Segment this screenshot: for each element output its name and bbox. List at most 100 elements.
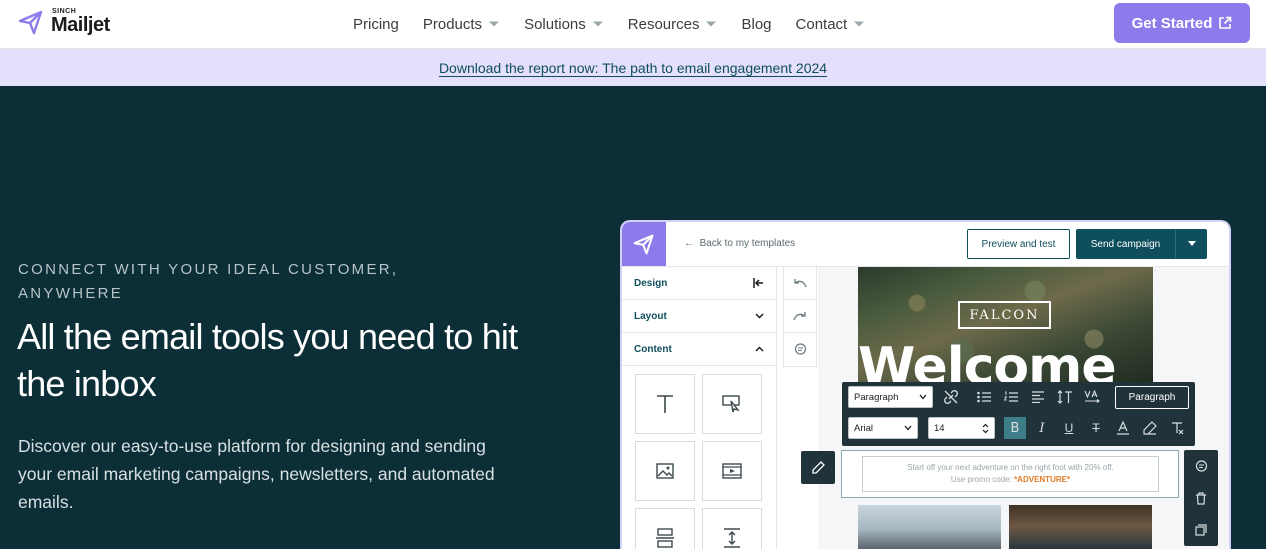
sidebar-label: Layout xyxy=(634,310,667,322)
nav-link-pricing[interactable]: Pricing xyxy=(353,16,399,33)
sidebar-section-design[interactable]: Design xyxy=(622,267,776,300)
caret-down-icon xyxy=(1187,241,1196,246)
send-campaign-label: Send campaign xyxy=(1090,238,1161,250)
chevron-down-icon xyxy=(489,21,500,27)
nav-link-products[interactable]: Products xyxy=(423,16,500,33)
paragraph-style-button[interactable]: Paragraph xyxy=(1115,386,1189,409)
comment-button[interactable] xyxy=(784,333,816,366)
font-size-value: 14 xyxy=(934,422,945,434)
external-link-icon xyxy=(1219,16,1232,29)
email-hero-image[interactable]: FALCON Welcome xyxy=(858,267,1153,387)
nav-link-solutions[interactable]: Solutions xyxy=(524,16,604,33)
paper-plane-logo-icon xyxy=(18,10,43,35)
font-size-stepper[interactable]: 14 xyxy=(928,417,995,439)
back-to-templates-link[interactable]: ← Back to my templates xyxy=(684,238,795,249)
sidebar-section-layout[interactable]: Layout xyxy=(622,300,776,333)
arrow-left-icon: ← xyxy=(684,238,700,249)
nav-links: Pricing Products Solutions Resources Blo… xyxy=(353,0,889,48)
font-family-select[interactable]: Arial xyxy=(848,417,918,439)
bullet-list-button[interactable] xyxy=(973,386,995,408)
edit-block-button[interactable] xyxy=(801,451,835,484)
falcon-brand-box: FALCON xyxy=(958,301,1051,329)
underline-icon: U xyxy=(1064,421,1074,435)
letter-spacing-button[interactable] xyxy=(1081,386,1103,408)
clear-format-icon xyxy=(1172,422,1184,435)
italic-button[interactable]: I xyxy=(1031,417,1053,439)
nav-link-label: Resources xyxy=(627,15,700,33)
button-block-tile[interactable] xyxy=(702,374,762,434)
text-color-button[interactable] xyxy=(1112,417,1134,439)
promo-text-inner: Start off your next adventure on the rig… xyxy=(862,456,1159,492)
unlink-button[interactable] xyxy=(940,386,962,408)
send-campaign-button[interactable]: Send campaign xyxy=(1076,229,1207,259)
nav-link-label: Solutions xyxy=(524,15,586,33)
logo-mailjet-text: Mailjet xyxy=(51,14,110,36)
spacer-icon xyxy=(724,528,740,548)
promo-line-2-prefix: Use promo code: xyxy=(950,475,1015,484)
back-label: Back to my templates xyxy=(699,238,796,249)
bold-button[interactable]: B xyxy=(1004,417,1026,439)
pencil-icon xyxy=(811,461,825,474)
block-actions-toolbar xyxy=(1184,450,1218,546)
chevron-down-icon xyxy=(919,394,927,400)
editor-sidebar: Design Layout Content xyxy=(622,267,777,549)
comment-icon xyxy=(794,343,806,355)
email-image-hands[interactable] xyxy=(1009,505,1152,549)
chevron-down-icon xyxy=(904,425,912,431)
delete-block-button[interactable] xyxy=(1184,482,1218,514)
hero-subtitle: Discover our easy-to-use platform for de… xyxy=(18,436,495,512)
chevron-up-icon xyxy=(755,346,764,352)
line-height-icon xyxy=(1057,390,1072,404)
report-download-link[interactable]: Download the report now: The path to ema… xyxy=(439,60,827,76)
promo-line-2: Use promo code: *ADVENTURE* xyxy=(863,474,1158,486)
top-navigation: SINCH Mailjet Pricing Products Solutions… xyxy=(0,0,1266,49)
trash-icon xyxy=(1196,491,1206,505)
bold-icon: B xyxy=(1010,420,1020,436)
promo-text-block[interactable]: Start off your next adventure on the rig… xyxy=(841,450,1179,498)
collapse-sidebar-icon[interactable] xyxy=(753,278,764,288)
font-family-value: Arial xyxy=(854,422,874,434)
preview-and-test-button[interactable]: Preview and test xyxy=(967,229,1070,259)
nav-link-contact[interactable]: Contact xyxy=(796,16,866,33)
text-icon xyxy=(657,395,673,413)
email-image-hiker[interactable] xyxy=(858,505,1001,549)
redo-button[interactable] xyxy=(784,300,816,333)
nav-link-resources[interactable]: Resources xyxy=(628,16,718,33)
send-options-dropdown[interactable] xyxy=(1175,229,1207,259)
hero-title: All the email tools you need to hit the … xyxy=(17,316,518,404)
divider-block-tile[interactable] xyxy=(635,508,695,549)
comment-block-button[interactable] xyxy=(1184,450,1218,482)
numbered-list-icon xyxy=(1004,391,1018,402)
block-type-select[interactable]: Paragraph xyxy=(848,386,933,408)
comment-icon xyxy=(1195,459,1207,472)
duplicate-block-button[interactable] xyxy=(1184,514,1218,546)
spacer-block-tile[interactable] xyxy=(702,508,762,549)
italic-icon: I xyxy=(1039,420,1045,436)
video-icon xyxy=(722,463,742,479)
video-block-tile[interactable] xyxy=(702,441,762,501)
hero-eyebrow: CONNECT WITH YOUR IDEAL CUSTOMER, ANYWHE… xyxy=(18,261,399,302)
image-block-tile[interactable] xyxy=(635,441,695,501)
stepper-arrows-icon xyxy=(982,423,989,433)
nav-link-blog[interactable]: Blog xyxy=(741,16,771,33)
undo-button[interactable] xyxy=(784,267,816,300)
highlight-button[interactable] xyxy=(1139,417,1161,439)
get-started-label: Get Started xyxy=(1131,14,1213,32)
underline-button[interactable]: U xyxy=(1058,417,1080,439)
text-block-tile[interactable] xyxy=(635,374,695,434)
promo-code: *ADVENTURE* xyxy=(1014,475,1071,484)
chevron-down-icon xyxy=(755,313,764,319)
text-color-icon xyxy=(1117,421,1129,435)
promo-line-1: Start off your next adventure on the rig… xyxy=(907,463,1114,472)
numbered-list-button[interactable] xyxy=(1000,386,1022,408)
get-started-button[interactable]: Get Started xyxy=(1114,3,1250,43)
mailjet-logo[interactable]: SINCH Mailjet xyxy=(18,8,128,40)
clear-format-button[interactable] xyxy=(1166,417,1188,439)
align-left-icon xyxy=(1032,391,1044,403)
align-left-button[interactable] xyxy=(1027,386,1049,408)
divider-icon xyxy=(656,528,674,548)
sidebar-section-content[interactable]: Content xyxy=(622,333,776,366)
strikethrough-button[interactable]: T xyxy=(1085,417,1107,439)
nav-link-label: Pricing xyxy=(353,15,399,33)
line-height-button[interactable] xyxy=(1054,386,1076,408)
